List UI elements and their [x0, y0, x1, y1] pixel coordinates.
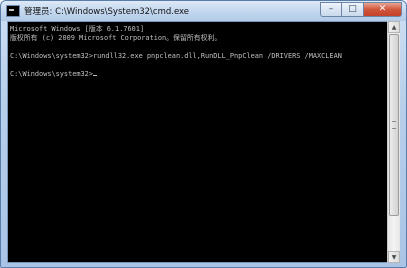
- close-button[interactable]: ✕: [364, 2, 402, 17]
- scrollbar-thumb[interactable]: [389, 34, 399, 216]
- console-line-copyright: 版权所有 (c) 2009 Microsoft Corporation。保留所有…: [10, 34, 222, 42]
- text-cursor: [92, 75, 97, 76]
- arrow-up-icon: ▲: [391, 23, 397, 31]
- maximize-button[interactable]: □: [342, 2, 364, 17]
- title-bar[interactable]: 管理员: C:\Windows\System32\cmd.exe – □ ✕: [1, 1, 406, 21]
- scroll-up-button[interactable]: ▲: [388, 21, 400, 33]
- console-prompt: C:\Windows\system32>: [10, 70, 93, 78]
- vertical-scrollbar[interactable]: ▲ ▼: [387, 21, 400, 263]
- close-icon: ✕: [378, 4, 387, 14]
- grip-icon: [392, 121, 396, 129]
- console-prompt-line[interactable]: C:\Windows\system32>: [10, 70, 387, 79]
- console-line-version: Microsoft Windows [版本 6.1.7601]: [10, 25, 145, 33]
- console-line-command: C:\Windows\system32>rundll32.exe pnpclea…: [10, 52, 342, 60]
- arrow-down-icon: ▼: [391, 253, 397, 261]
- minimize-icon: –: [328, 4, 334, 14]
- window-title: 管理员: C:\Windows\System32\cmd.exe: [24, 7, 190, 17]
- console-output[interactable]: Microsoft Windows [版本 6.1.7601] 版权所有 (c)…: [7, 21, 388, 263]
- scroll-down-button[interactable]: ▼: [388, 251, 400, 263]
- window-controls: – □ ✕: [320, 2, 402, 18]
- minimize-button[interactable]: –: [320, 2, 342, 17]
- cmd-window: 管理员: C:\Windows\System32\cmd.exe – □ ✕ M…: [0, 0, 407, 268]
- maximize-icon: □: [348, 4, 357, 14]
- cmd-icon[interactable]: [6, 5, 20, 17]
